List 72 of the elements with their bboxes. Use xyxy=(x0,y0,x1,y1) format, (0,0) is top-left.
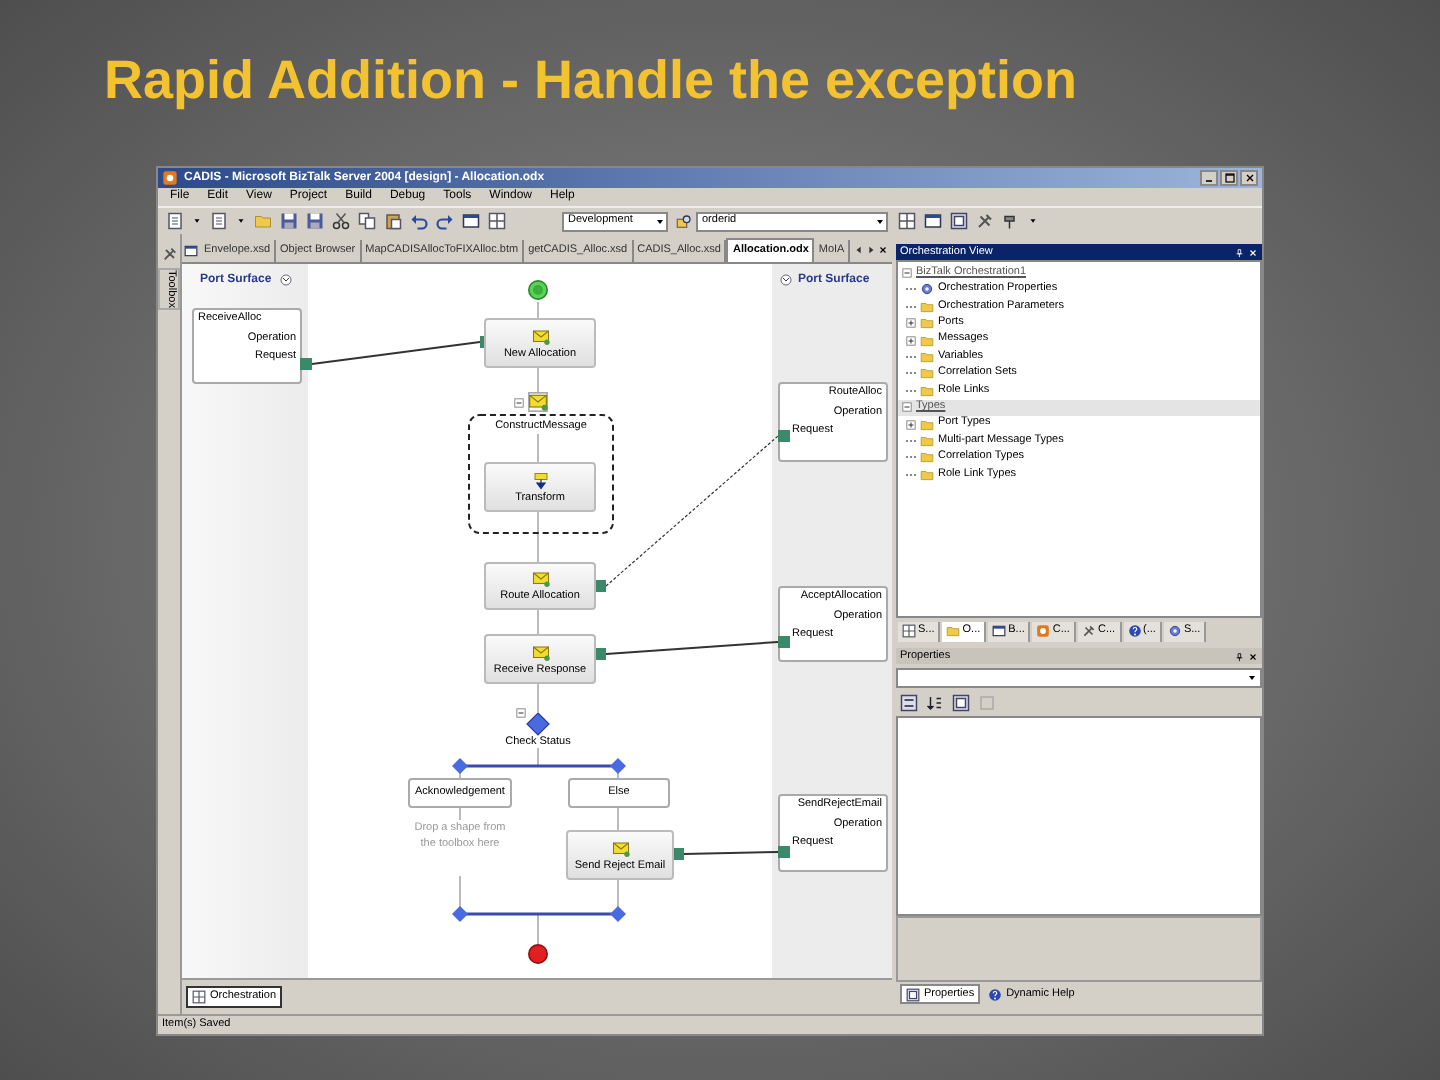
find-icon[interactable] xyxy=(676,213,692,230)
alphabetical-icon[interactable] xyxy=(926,693,944,712)
flow-line xyxy=(537,748,539,768)
end-shape[interactable] xyxy=(528,944,548,965)
envelope-icon xyxy=(531,570,549,589)
save-icon[interactable] xyxy=(280,212,298,231)
pin-icon[interactable] xyxy=(1234,651,1244,662)
undo-icon[interactable] xyxy=(410,212,428,231)
properties-icon xyxy=(906,987,920,1002)
build-icon[interactable] xyxy=(1002,212,1020,231)
collapse-icon[interactable] xyxy=(780,274,792,287)
minimize-button[interactable] xyxy=(1200,169,1218,186)
flow-line xyxy=(537,610,539,636)
properties-icon[interactable] xyxy=(950,212,968,231)
help-icon xyxy=(988,987,1003,1002)
tab-icon xyxy=(992,624,1007,639)
close-icon[interactable] xyxy=(878,244,888,257)
flow-line xyxy=(537,914,539,946)
collapse-icon[interactable] xyxy=(279,274,292,287)
document-icon xyxy=(184,244,198,259)
flow-line xyxy=(537,368,539,394)
flow-line xyxy=(459,808,461,822)
save-all-icon[interactable] xyxy=(306,212,324,231)
tab-icon xyxy=(1081,624,1096,639)
scroll-left-icon[interactable] xyxy=(854,244,864,257)
cut-icon[interactable] xyxy=(332,212,350,231)
toolbox-icon[interactable] xyxy=(976,212,994,231)
grid-icon[interactable] xyxy=(488,212,506,231)
tab-icon xyxy=(1036,624,1051,639)
envelope-icon xyxy=(611,839,629,858)
tools-icon[interactable] xyxy=(161,246,177,263)
transform-icon xyxy=(531,471,549,490)
caret-icon xyxy=(654,215,666,228)
expand-icon[interactable] xyxy=(906,318,916,329)
tab-icon xyxy=(1167,624,1182,639)
expand-icon[interactable] xyxy=(906,335,916,346)
caret-icon xyxy=(1246,672,1258,685)
flow-line xyxy=(537,684,539,714)
expand-icon[interactable] xyxy=(906,419,916,430)
flow-line xyxy=(537,434,539,464)
solution-explorer-icon[interactable] xyxy=(898,212,916,231)
port-connector xyxy=(672,846,790,861)
maximize-icon xyxy=(1223,171,1235,184)
class-view-icon[interactable] xyxy=(924,212,942,231)
start-shape[interactable] xyxy=(528,280,548,301)
decide-shape[interactable] xyxy=(526,712,550,737)
window-icon[interactable] xyxy=(462,212,480,231)
tab-icon xyxy=(946,624,961,639)
scroll-right-icon[interactable] xyxy=(866,244,876,257)
copy-icon[interactable] xyxy=(358,212,376,231)
orchestration-icon xyxy=(192,990,206,1005)
flow-line xyxy=(537,302,539,320)
properties-icon[interactable] xyxy=(952,693,970,712)
gear-icon xyxy=(920,282,934,297)
redo-icon[interactable] xyxy=(436,212,454,231)
tab-icon xyxy=(902,624,916,639)
new-project-icon[interactable] xyxy=(166,212,184,231)
close-icon[interactable] xyxy=(1248,651,1258,662)
scope-icon xyxy=(528,392,548,413)
close-button[interactable] xyxy=(1240,169,1258,186)
maximize-button[interactable] xyxy=(1220,169,1238,186)
paste-icon[interactable] xyxy=(384,212,402,231)
slide-title: Rapid Addition - Handle the exception xyxy=(104,48,1078,114)
close-icon xyxy=(1243,171,1255,184)
tab-icon xyxy=(1127,624,1142,639)
caret-icon xyxy=(874,215,886,228)
add-item-icon[interactable] xyxy=(210,212,228,231)
app-icon xyxy=(162,169,178,186)
envelope-icon xyxy=(531,327,549,346)
flow-line xyxy=(617,808,619,832)
envelope-icon xyxy=(531,643,549,662)
categorized-icon[interactable] xyxy=(900,693,918,712)
